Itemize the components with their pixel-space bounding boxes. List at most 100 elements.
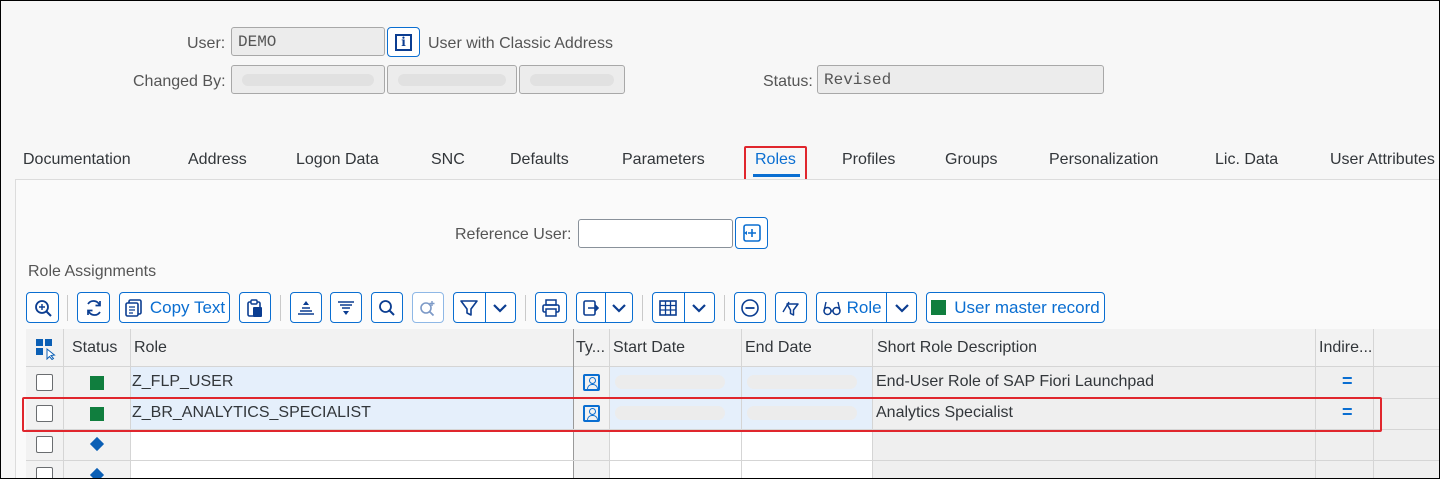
changed-by-label: Changed By: (133, 73, 226, 90)
tab-snc[interactable]: SNC (431, 151, 465, 169)
export-part[interactable] (577, 298, 605, 318)
user-maintenance-window: User: DEMO i User with Classic Address C… (0, 0, 1440, 479)
row-select-checkbox[interactable] (36, 467, 53, 478)
start-date-cell (615, 375, 725, 389)
column-role[interactable]: Role (134, 339, 167, 357)
tab-groups[interactable]: Groups (945, 151, 997, 169)
tab-defaults[interactable]: Defaults (510, 151, 569, 169)
glasses-icon (822, 301, 841, 315)
sort-ascending-icon (298, 300, 314, 315)
layout-button[interactable] (652, 292, 715, 323)
row-select-checkbox[interactable] (36, 436, 53, 453)
tab-logon-data[interactable]: Logon Data (296, 151, 379, 169)
find-next-button[interactable] (412, 292, 444, 323)
row-select-checkbox[interactable] (36, 374, 53, 391)
refresh-button[interactable] (77, 292, 110, 323)
sort-descending-button[interactable] (330, 292, 362, 323)
green-status-icon (90, 376, 104, 390)
empty-status-icon (89, 436, 105, 452)
tab-strip: Documentation Address Logon Data SNC Def… (1, 149, 1439, 179)
user-field[interactable]: DEMO (231, 27, 385, 56)
export-button[interactable] (576, 292, 633, 323)
reference-user-value-help-button[interactable] (735, 217, 768, 249)
column-type[interactable]: Ty... (576, 339, 605, 357)
description-cell: End-User Role of SAP Fiori Launchpad (876, 373, 1155, 390)
find-button[interactable] (371, 292, 403, 323)
minus-circle-icon (741, 298, 759, 317)
filter-settings-button[interactable] (775, 292, 807, 323)
table-row[interactable] (26, 460, 1439, 478)
details-button[interactable] (26, 292, 59, 323)
toolbar-separator (280, 295, 281, 321)
table-row[interactable] (26, 429, 1439, 460)
search-icon (379, 299, 395, 316)
table-grid-icon (659, 299, 678, 316)
layout-dropdown[interactable] (684, 300, 714, 316)
tab-parameters[interactable]: Parameters (622, 151, 705, 169)
column-start-date[interactable]: Start Date (613, 339, 685, 357)
role-assignments-title: Role Assignments (28, 263, 157, 280)
user-label: User: (187, 35, 226, 52)
copy-text-icon (125, 298, 142, 317)
paste-icon (247, 298, 262, 317)
refresh-icon (86, 299, 101, 316)
roles-tab-highlight-box (744, 146, 807, 183)
user-master-record-button[interactable]: User master record (926, 292, 1105, 323)
export-dropdown[interactable] (606, 300, 632, 316)
copy-text-label: Copy Text (149, 297, 226, 317)
select-all-icon[interactable] (35, 338, 57, 360)
filter-dropdown[interactable] (485, 300, 515, 316)
role-button[interactable]: Role (816, 292, 917, 323)
column-indirect[interactable]: Indire... (1319, 339, 1372, 357)
table-row[interactable]: Z_FLP_USER End-User Role of SAP Fiori La… (26, 367, 1439, 398)
filter-part[interactable] (454, 298, 485, 318)
changed-on-date-field (387, 65, 517, 94)
value-help-icon (742, 224, 761, 242)
sort-descending-icon (338, 300, 354, 315)
toolbar-separator (724, 295, 725, 321)
table-header: Status Role Ty... Start Date End Date Sh… (26, 329, 1439, 367)
role-cell[interactable]: Z_FLP_USER (132, 373, 233, 391)
paste-button[interactable] (239, 292, 271, 323)
green-status-icon (931, 300, 947, 315)
changed-at-time-field (519, 65, 625, 94)
zoom-details-icon (34, 299, 52, 317)
empty-status-icon (89, 467, 105, 478)
chevron-down-icon (894, 303, 909, 313)
toolbar-separator (67, 295, 68, 321)
tab-user-attributes[interactable]: User Attributes (1330, 151, 1435, 169)
role-part[interactable]: Role (817, 298, 886, 318)
print-icon (542, 298, 560, 317)
tab-profiles[interactable]: Profiles (842, 151, 895, 169)
tab-address[interactable]: Address (188, 151, 247, 169)
sort-ascending-button[interactable] (290, 292, 322, 323)
reference-user-label: Reference User: (455, 226, 572, 243)
status-label: Status: (763, 73, 813, 90)
column-short-role-description[interactable]: Short Role Description (877, 339, 1037, 357)
remove-row-button[interactable] (734, 292, 766, 323)
chevron-down-icon (612, 303, 627, 313)
filter-button[interactable] (453, 292, 516, 323)
toolbar-separator (525, 295, 526, 321)
layout-part[interactable] (653, 298, 684, 318)
print-button[interactable] (535, 292, 567, 323)
changed-by-user-field (231, 65, 385, 94)
tab-lic-data[interactable]: Lic. Data (1215, 151, 1278, 169)
reference-user-input[interactable] (578, 219, 733, 248)
column-end-date[interactable]: End Date (745, 339, 812, 357)
tab-documentation[interactable]: Documentation (23, 151, 131, 169)
address-type-text: User with Classic Address (428, 35, 613, 52)
role-button-label: Role (846, 297, 882, 317)
filter-settings-icon (782, 301, 799, 316)
copy-text-button[interactable]: Copy Text (119, 292, 230, 323)
tab-personalization[interactable]: Personalization (1049, 151, 1158, 169)
end-date-cell (747, 375, 857, 389)
user-info-button[interactable]: i (387, 27, 420, 57)
filter-icon (460, 299, 479, 316)
status-field: Revised (817, 65, 1104, 94)
search-next-icon (420, 300, 435, 316)
chevron-down-icon (493, 303, 508, 313)
toolbar-separator (642, 295, 643, 321)
column-status[interactable]: Status (72, 339, 117, 357)
role-dropdown[interactable] (887, 300, 916, 316)
